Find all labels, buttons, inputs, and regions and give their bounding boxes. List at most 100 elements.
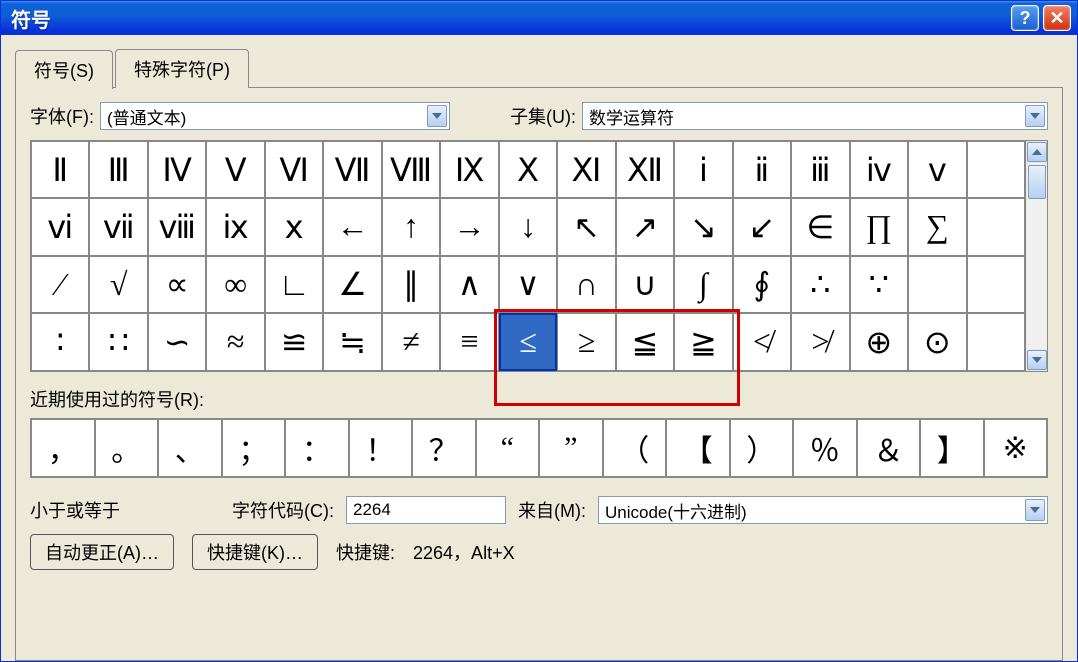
recent-cell[interactable]: 【	[666, 419, 730, 477]
scroll-thumb[interactable]	[1028, 165, 1046, 199]
tab-symbols[interactable]: 符号(S)	[15, 50, 113, 89]
recent-cell[interactable]: （	[603, 419, 667, 477]
symbol-cell[interactable]: ∷	[89, 313, 147, 371]
symbol-cell[interactable]: ⅰ	[674, 141, 732, 198]
symbol-cell[interactable]	[967, 256, 1025, 313]
symbol-cell[interactable]: ∫	[674, 256, 732, 313]
symbol-cell[interactable]: ∥	[382, 256, 440, 313]
chevron-down-icon[interactable]	[1025, 105, 1045, 127]
grid-scrollbar[interactable]	[1025, 141, 1047, 371]
symbol-cell[interactable]: ≥	[557, 313, 615, 371]
symbol-cell[interactable]: ≡	[440, 313, 498, 371]
symbol-cell[interactable]: ∴	[791, 256, 849, 313]
symbol-cell[interactable]: ⅱ	[733, 141, 791, 198]
symbol-cell[interactable]: ∪	[616, 256, 674, 313]
symbol-cell[interactable]: ≒	[323, 313, 381, 371]
recent-cell[interactable]: ＆	[857, 419, 921, 477]
charcode-input[interactable]: 2264	[346, 496, 506, 524]
symbol-cell[interactable]: Ⅴ	[206, 141, 264, 198]
tab-special[interactable]: 特殊字符(P)	[115, 49, 249, 88]
symbol-cell[interactable]: ≯	[791, 313, 849, 371]
symbol-cell[interactable]: ↖	[557, 198, 615, 255]
symbol-cell[interactable]: ⅸ	[206, 198, 264, 255]
symbol-cell[interactable]: Ⅻ	[616, 141, 674, 198]
symbol-cell[interactable]	[967, 313, 1025, 371]
symbol-cell[interactable]: ↗	[616, 198, 674, 255]
symbol-cell[interactable]: ⊙	[908, 313, 966, 371]
symbol-cell[interactable]: ∟	[265, 256, 323, 313]
recent-cell[interactable]: ！	[349, 419, 413, 477]
symbol-cell[interactable]: ⅵ	[31, 198, 89, 255]
recent-cell[interactable]: ％	[793, 419, 857, 477]
symbol-cell[interactable]: ∧	[440, 256, 498, 313]
symbol-cell[interactable]	[908, 256, 966, 313]
symbol-cell[interactable]: Ⅵ	[265, 141, 323, 198]
symbol-cell[interactable]: Ⅲ	[89, 141, 147, 198]
symbol-cell[interactable]: Ⅱ	[31, 141, 89, 198]
symbol-cell[interactable]: ∈	[791, 198, 849, 255]
scroll-up-icon[interactable]	[1027, 142, 1047, 162]
subset-combo[interactable]: 数学运算符	[582, 102, 1048, 130]
symbol-cell[interactable]: ↓	[499, 198, 557, 255]
symbol-cell[interactable]: ⅷ	[148, 198, 206, 255]
symbol-cell[interactable]: ∽	[148, 313, 206, 371]
symbol-cell[interactable]: Ⅸ	[440, 141, 498, 198]
recent-cell[interactable]: “	[476, 419, 540, 477]
recent-cell[interactable]: ；	[222, 419, 286, 477]
symbol-cell[interactable]: ∞	[206, 256, 264, 313]
recent-cell[interactable]: ：	[285, 419, 349, 477]
symbol-cell[interactable]: ≦	[616, 313, 674, 371]
symbol-cell[interactable]: ⅶ	[89, 198, 147, 255]
autocorrect-button[interactable]: 自动更正(A)…	[30, 534, 174, 570]
symbol-cell[interactable]	[967, 198, 1025, 255]
symbol-cell[interactable]: ∝	[148, 256, 206, 313]
symbol-cell[interactable]: →	[440, 198, 498, 255]
symbol-cell[interactable]: ↘	[674, 198, 732, 255]
symbol-cell[interactable]: ↑	[382, 198, 440, 255]
recent-cell[interactable]: ？	[412, 419, 476, 477]
scroll-down-icon[interactable]	[1027, 350, 1047, 370]
recent-cell[interactable]: 、	[158, 419, 222, 477]
symbol-cell[interactable]: ∶	[31, 313, 89, 371]
recent-cell[interactable]: ※	[984, 419, 1048, 477]
recent-cell[interactable]: 】	[920, 419, 984, 477]
symbol-cell[interactable]: ≤	[499, 313, 557, 371]
shortcutkey-button[interactable]: 快捷键(K)…	[192, 534, 318, 570]
symbol-cell[interactable]: ⅲ	[791, 141, 849, 198]
symbol-cell[interactable]: ≌	[265, 313, 323, 371]
symbol-cell[interactable]: Ⅶ	[323, 141, 381, 198]
symbol-cell[interactable]: Ⅷ	[382, 141, 440, 198]
recent-cell[interactable]: 。	[95, 419, 159, 477]
symbol-cell[interactable]: ≈	[206, 313, 264, 371]
from-combo[interactable]: Unicode(十六进制)	[598, 496, 1048, 524]
symbol-cell[interactable]: ∮	[733, 256, 791, 313]
recent-cell[interactable]: ）	[730, 419, 794, 477]
symbol-cell[interactable]: ∕	[31, 256, 89, 313]
symbol-cell[interactable]: ∏	[850, 198, 908, 255]
scroll-track[interactable]	[1027, 163, 1047, 349]
symbol-cell[interactable]	[967, 141, 1025, 198]
symbol-cell[interactable]: ∠	[323, 256, 381, 313]
symbol-cell[interactable]: ⊕	[850, 313, 908, 371]
symbol-cell[interactable]: ⅳ	[850, 141, 908, 198]
symbol-cell[interactable]: Ⅹ	[499, 141, 557, 198]
recent-cell[interactable]: ”	[539, 419, 603, 477]
symbol-cell[interactable]: ≧	[674, 313, 732, 371]
symbol-cell[interactable]: Ⅳ	[148, 141, 206, 198]
symbol-cell[interactable]: ∵	[850, 256, 908, 313]
symbol-cell[interactable]: ∑	[908, 198, 966, 255]
symbol-cell[interactable]: Ⅺ	[557, 141, 615, 198]
symbol-cell[interactable]: ⅴ	[908, 141, 966, 198]
recent-cell[interactable]: ，	[31, 419, 95, 477]
symbol-cell[interactable]: ←	[323, 198, 381, 255]
symbol-cell[interactable]: ∩	[557, 256, 615, 313]
symbol-cell[interactable]: ≮	[733, 313, 791, 371]
chevron-down-icon[interactable]	[1025, 499, 1045, 521]
close-button[interactable]: ✕	[1043, 5, 1071, 31]
font-combo[interactable]: (普通文本)	[100, 102, 450, 130]
symbol-cell[interactable]: ⅹ	[265, 198, 323, 255]
symbol-cell[interactable]: ↙	[733, 198, 791, 255]
symbol-cell[interactable]: ≠	[382, 313, 440, 371]
symbol-cell[interactable]: ∨	[499, 256, 557, 313]
chevron-down-icon[interactable]	[427, 105, 447, 127]
